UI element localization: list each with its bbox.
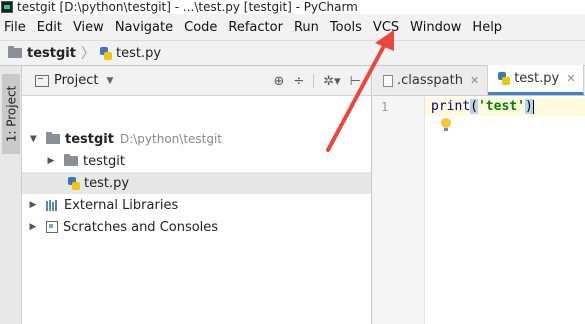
python-file-icon [498, 72, 511, 85]
menu-edit[interactable]: Edit [32, 20, 68, 35]
code-open-paren: ( [470, 99, 478, 114]
tab-test-py-label: test.py [514, 71, 560, 86]
code-function: print [431, 99, 471, 114]
menu-view[interactable]: View [68, 20, 110, 35]
hide-panel-icon[interactable]: ⊢ [350, 74, 361, 89]
menu-run[interactable]: Run [289, 20, 325, 35]
window-titlebar: testgit [D:\python\testgit] - ...\test.p… [0, 0, 585, 14]
project-view-icon [35, 74, 49, 87]
menu-file[interactable]: File [0, 20, 32, 35]
menu-tools[interactable]: Tools [325, 20, 368, 35]
tool-window-strip: 1: Project [0, 66, 22, 324]
line-number: 1 [381, 100, 389, 114]
tab-project-label: 1: Project [4, 85, 18, 143]
tree-file-name: test.py [84, 175, 130, 191]
view-dropdown-icon[interactable]: ▼ [106, 76, 113, 86]
collapse-arrow-icon[interactable]: ▶ [28, 200, 38, 210]
project-panel-header: Project ▼ ⊕ ÷ ✲▾ ⊢ [22, 66, 371, 96]
tree-root-name: testgit [65, 131, 114, 147]
editor-area: .classpath ✕ test.py ✕ 1 print('test') [373, 65, 585, 324]
locate-file-icon[interactable]: ⊕ [273, 74, 284, 89]
collapse-arrow-icon[interactable]: ▶ [28, 222, 38, 232]
code-close-paren: ) [524, 99, 533, 114]
menu-navigate[interactable]: Navigate [110, 20, 179, 35]
library-icon [46, 199, 59, 211]
project-panel: Project ▼ ⊕ ÷ ✲▾ ⊢ ▶ testgit D:\python\t… [22, 66, 372, 324]
line-gutter[interactable]: 1 [373, 96, 425, 324]
folder-icon [46, 132, 60, 144]
tab-project-tool-window[interactable]: 1: Project [2, 74, 20, 154]
python-file-icon [99, 46, 112, 60]
folder-icon [8, 46, 22, 58]
menu-vcs[interactable]: VCS [368, 20, 405, 35]
toolbar-divider [313, 74, 315, 88]
window-title: testgit [D:\python\testgit] - ...\test.p… [17, 0, 358, 14]
menu-refactor[interactable]: Refactor [223, 20, 289, 35]
file-icon [383, 74, 393, 87]
tab-classpath-label: .classpath [397, 73, 463, 88]
collapse-arrow-icon[interactable]: ▶ [46, 156, 56, 166]
tree-root-path: D:\python\testgit [119, 132, 223, 146]
menubar: File Edit View Navigate Code Refactor Ru… [0, 16, 585, 38]
tree-row-file[interactable]: test.py [22, 172, 371, 194]
intention-bulb-icon[interactable] [441, 118, 451, 132]
tab-classpath[interactable]: .classpath ✕ [373, 66, 489, 95]
text-cursor [532, 99, 534, 114]
tree-row-scratches[interactable]: ▶ Scratches and Consoles [28, 216, 219, 238]
breadcrumb-file[interactable]: test.py [116, 46, 161, 61]
tree-row-external-libraries[interactable]: ▶ External Libraries [28, 194, 179, 216]
tree-scratches: Scratches and Consoles [63, 219, 219, 235]
close-icon[interactable]: ✕ [566, 72, 575, 85]
tree-folder-name: testgit [83, 153, 125, 169]
tree-row-folder[interactable]: ▶ testgit [46, 150, 125, 172]
code-string: 'test' [477, 99, 525, 114]
breadcrumb-separator-icon: 〉 [80, 46, 95, 62]
code-line[interactable]: print('test') [431, 99, 534, 114]
close-icon[interactable]: ✕ [470, 74, 479, 87]
gear-icon[interactable]: ✲▾ [323, 74, 340, 89]
folder-icon [64, 154, 78, 166]
breadcrumb-project[interactable]: testgit [27, 46, 76, 61]
tree-external-libraries: External Libraries [64, 197, 179, 213]
editor-tabbar: .classpath ✕ test.py ✕ [373, 65, 585, 96]
menu-code[interactable]: Code [179, 20, 223, 35]
scratches-icon [46, 221, 58, 233]
menu-window[interactable]: Window [405, 20, 467, 35]
collapse-all-icon[interactable]: ÷ [293, 74, 304, 89]
menu-help[interactable]: Help [467, 20, 508, 35]
tab-test-py[interactable]: test.py ✕ [488, 65, 585, 95]
project-panel-title[interactable]: Project [54, 73, 98, 88]
expand-arrow-icon[interactable]: ▶ [28, 134, 38, 144]
tree-row-root[interactable]: ▶ testgit D:\python\testgit [28, 128, 222, 150]
breadcrumb: testgit 〉 test.py [0, 40, 585, 66]
project-panel-tools: ⊕ ÷ ✲▾ ⊢ [273, 66, 361, 96]
python-file-icon [68, 176, 80, 190]
pycharm-icon [1, 1, 13, 13]
